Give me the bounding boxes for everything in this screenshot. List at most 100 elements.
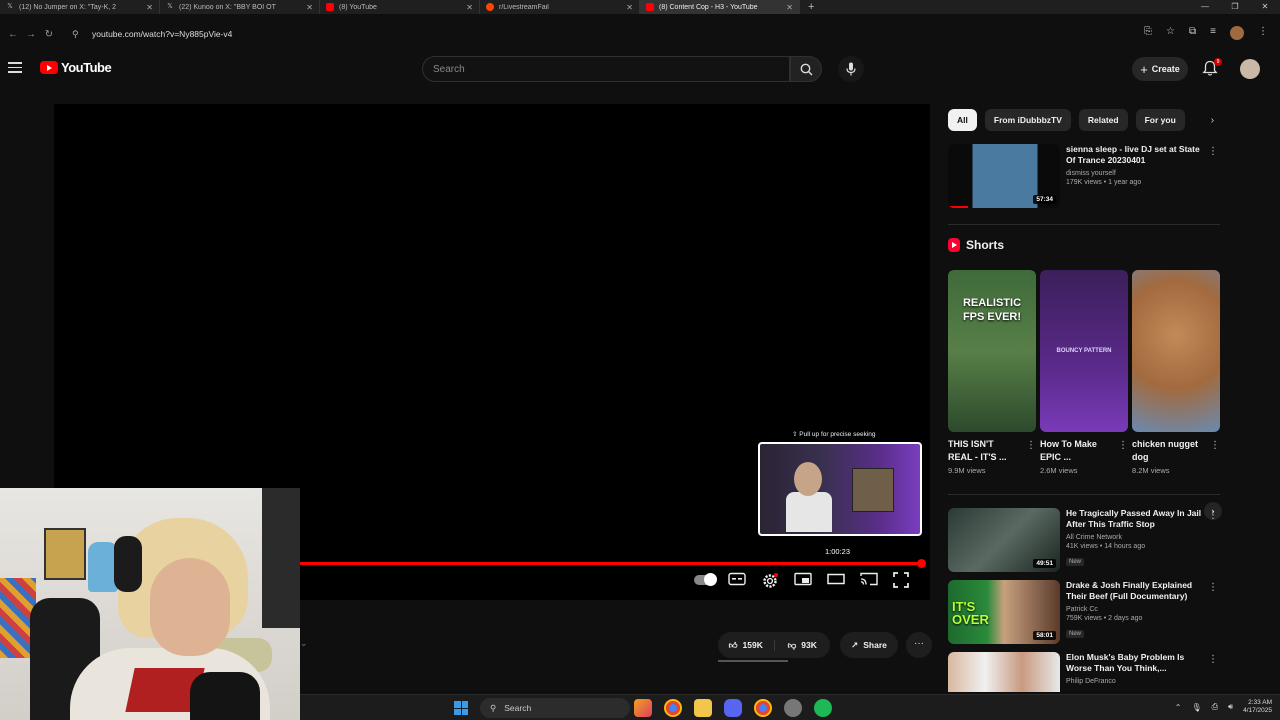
microphone-icon[interactable]: 🎙︎: [1191, 703, 1201, 712]
plus-icon: +: [1140, 61, 1148, 77]
more-options-icon[interactable]: ⋮: [1208, 146, 1218, 157]
more-options-icon[interactable]: ⋮: [1118, 440, 1128, 451]
subtitles-button[interactable]: [728, 572, 749, 588]
short-thumbnail[interactable]: [1132, 270, 1220, 432]
close-tab-icon[interactable]: ✕: [146, 3, 153, 12]
miniplayer-button[interactable]: [794, 572, 815, 588]
chevron-right-icon[interactable]: ›: [1211, 115, 1214, 126]
chip-all[interactable]: All: [948, 109, 977, 131]
like-button[interactable]: 👍︎ 159K: [718, 639, 775, 651]
video-thumbnail[interactable]: 57:34: [948, 144, 1060, 208]
short-title[interactable]: How To Make EPIC ...: [1040, 438, 1112, 464]
more-options-icon[interactable]: ⋮: [1208, 654, 1218, 665]
new-tab-button[interactable]: +: [800, 1, 822, 13]
chip-related[interactable]: Related: [1078, 109, 1128, 131]
recommended-video[interactable]: Elon Musk's Baby Problem Is Worse Than Y…: [948, 652, 1224, 692]
more-options-icon[interactable]: ⋮: [1210, 440, 1220, 451]
bookmark-star-icon[interactable]: ☆: [1166, 26, 1175, 40]
discord-icon[interactable]: [724, 699, 742, 717]
recommended-video[interactable]: 57:34 sienna sleep - live DJ set at Stat…: [948, 144, 1224, 210]
chrome-icon[interactable]: [664, 699, 682, 717]
close-tab-icon[interactable]: ✕: [786, 3, 793, 12]
site-info-icon[interactable]: ⚲: [72, 29, 82, 39]
dislike-button[interactable]: 👎︎ 93K: [775, 640, 831, 651]
settings-button[interactable]: [761, 572, 782, 588]
channel-name[interactable]: Philip DeFranco: [1066, 678, 1206, 685]
close-tab-icon[interactable]: ✕: [306, 3, 313, 12]
fullscreen-button[interactable]: [893, 572, 914, 588]
search-button[interactable]: [790, 56, 822, 82]
create-button[interactable]: + Create: [1132, 57, 1188, 81]
recommended-video[interactable]: 49:51 He Tragically Passed Away In Jail …: [948, 508, 1224, 574]
more-actions-button[interactable]: ···: [906, 632, 932, 658]
cast-button[interactable]: [860, 572, 881, 588]
url-field[interactable]: ⚲ youtube.com/watch?v=Ny885pVie-v4: [72, 24, 1112, 44]
browser-tab-3[interactable]: (8) YouTube ✕: [320, 0, 480, 14]
more-options-icon[interactable]: ⋮: [1208, 582, 1218, 593]
chip-from-channel[interactable]: From iDubbbzTV: [984, 109, 1071, 131]
profile-icon[interactable]: [1230, 26, 1244, 40]
back-arrow-icon[interactable]: ←: [4, 29, 22, 40]
more-options-icon[interactable]: ⋮: [1208, 510, 1218, 521]
short-thumbnail[interactable]: REALISTIC FPS EVER!: [948, 270, 1036, 432]
folder-icon[interactable]: [694, 699, 712, 717]
close-tab-icon[interactable]: ✕: [466, 3, 473, 12]
search-input[interactable]: Search: [422, 56, 790, 82]
short-thumbnail[interactable]: BOUNCY PATTERN: [1040, 270, 1128, 432]
video-thumbnail[interactable]: IT'S OVER 58:01: [948, 580, 1060, 644]
browser-tab-4[interactable]: r/LivestreamFail ✕: [480, 0, 640, 14]
video-title[interactable]: Elon Musk's Baby Problem Is Worse Than Y…: [1066, 652, 1206, 674]
browser-tab-5[interactable]: (8) Content Cop - H3 - YouTube ✕: [640, 0, 800, 14]
share-button[interactable]: ↗ Share: [840, 632, 898, 658]
app-icon[interactable]: [784, 699, 802, 717]
hamburger-menu-icon[interactable]: [8, 62, 22, 74]
channel-name[interactable]: Patrick Cc: [1066, 606, 1206, 613]
recommended-video[interactable]: IT'S OVER 58:01 Drake & Josh Finally Exp…: [948, 580, 1224, 646]
browser-tab-1[interactable]: 𝕏 (12) No Jumper on X: "Tay-K, 2 ✕: [0, 0, 160, 14]
windows-start-icon[interactable]: [454, 701, 468, 715]
taskbar-search[interactable]: ⚲ Search: [480, 698, 630, 718]
channel-name[interactable]: dismiss yourself: [1066, 170, 1206, 177]
scrubber-handle[interactable]: [917, 559, 927, 568]
video-title[interactable]: He Tragically Passed Away In Jail After …: [1066, 508, 1206, 530]
autoplay-toggle[interactable]: [694, 573, 717, 586]
video-title[interactable]: Drake & Josh Finally Explained Their Bee…: [1066, 580, 1206, 602]
spotify-icon[interactable]: [814, 699, 832, 717]
chevron-up-icon[interactable]: ⌃: [1175, 703, 1182, 712]
browser-tab-2[interactable]: 𝕏 (22) Kunoo on X: "BBY BOI OT ✕: [160, 0, 320, 14]
reload-icon[interactable]: ↻: [40, 29, 58, 40]
cast-icon[interactable]: ⎘: [1144, 26, 1152, 40]
short-title[interactable]: THIS ISN'T REAL - IT'S ...: [948, 438, 1020, 464]
volume-icon[interactable]: 🔊︎: [1228, 702, 1233, 712]
short-title[interactable]: chicken nugget dog: [1132, 438, 1204, 464]
minimize-icon[interactable]: —: [1190, 0, 1220, 14]
chrome-icon[interactable]: [754, 699, 772, 717]
clock[interactable]: 2:33 AM 4/17/2025: [1243, 699, 1272, 715]
chip-for-you[interactable]: For you: [1135, 109, 1185, 131]
microphone-icon: [846, 62, 856, 76]
app-icon[interactable]: [634, 699, 652, 717]
network-icon[interactable]: ⎙: [1212, 702, 1218, 712]
forward-arrow-icon[interactable]: →: [22, 29, 40, 40]
theater-mode-button[interactable]: [827, 572, 848, 588]
restore-icon[interactable]: ❐: [1220, 0, 1250, 14]
chevron-down-icon[interactable]: ⌄: [300, 638, 308, 649]
short-item[interactable]: chicken nugget dog 8.2M views ⋮: [1132, 270, 1220, 475]
voice-search-button[interactable]: [838, 56, 864, 82]
media-icon[interactable]: ≡: [1210, 26, 1216, 40]
video-title[interactable]: sienna sleep - live DJ set at State Of T…: [1066, 144, 1206, 166]
short-item[interactable]: REALISTIC FPS EVER! THIS ISN'T REAL - IT…: [948, 270, 1036, 475]
video-thumbnail[interactable]: [948, 652, 1060, 692]
youtube-logo[interactable]: YouTube: [40, 60, 112, 75]
short-item[interactable]: BOUNCY PATTERN How To Make EPIC ... 2.6M…: [1040, 270, 1128, 475]
short-overlay-text: BOUNCY PATTERN: [1056, 348, 1112, 354]
notifications-button[interactable]: 9: [1202, 58, 1222, 78]
close-window-icon[interactable]: ✕: [1250, 0, 1280, 14]
browser-menu-icon[interactable]: ⋮: [1258, 26, 1268, 40]
more-options-icon[interactable]: ⋮: [1026, 440, 1036, 451]
extensions-icon[interactable]: ⧉: [1189, 26, 1196, 40]
close-tab-icon[interactable]: ✕: [626, 3, 633, 12]
video-thumbnail[interactable]: 49:51: [948, 508, 1060, 572]
channel-name[interactable]: All Crime Network: [1066, 534, 1206, 541]
account-avatar[interactable]: [1240, 59, 1260, 79]
